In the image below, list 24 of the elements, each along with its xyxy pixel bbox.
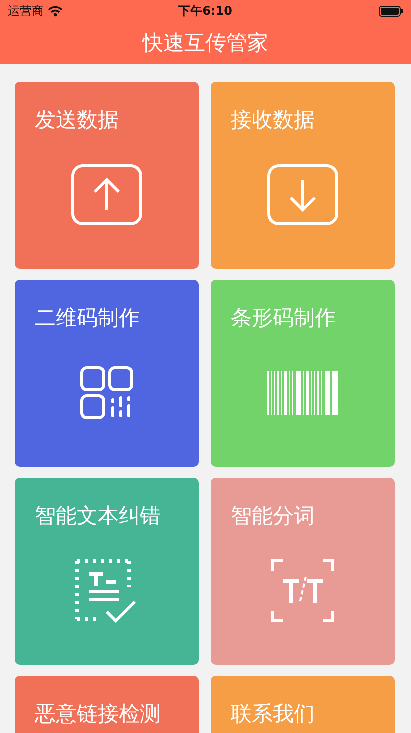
- feature-tile[interactable]: 发送数据: [15, 82, 199, 269]
- feature-tile[interactable]: 接收数据: [211, 82, 395, 269]
- battery-icon: [379, 6, 403, 16]
- barcode-icon: [267, 370, 339, 414]
- tile-label: 条形码制作: [231, 305, 336, 332]
- feature-tile[interactable]: 联系我们: [211, 676, 395, 733]
- tile-label: 联系我们: [231, 701, 315, 728]
- tile-label: 接收数据: [231, 107, 315, 134]
- carrier-label: 运营商: [8, 2, 44, 20]
- feature-tile[interactable]: 智能文本纠错: [15, 478, 199, 665]
- app-title: 快速互传管家: [142, 30, 268, 57]
- qr-code-icon: [80, 366, 134, 420]
- tile-label: 恶意链接检测: [35, 701, 161, 728]
- feature-tile[interactable]: 恶意链接检测: [15, 676, 199, 733]
- tile-label: 二维码制作: [35, 305, 140, 332]
- clock-time: 下午6:10: [178, 2, 232, 20]
- feature-tile[interactable]: 智能分词: [211, 478, 395, 665]
- feature-tile[interactable]: 二维码制作: [15, 280, 199, 467]
- tile-label: 发送数据: [35, 107, 119, 134]
- wifi-icon: [48, 6, 63, 16]
- tile-label: 智能文本纠错: [35, 503, 161, 530]
- tile-label: 智能分词: [231, 503, 315, 530]
- feature-tile[interactable]: 条形码制作: [211, 280, 395, 467]
- text-split-icon: [271, 558, 335, 622]
